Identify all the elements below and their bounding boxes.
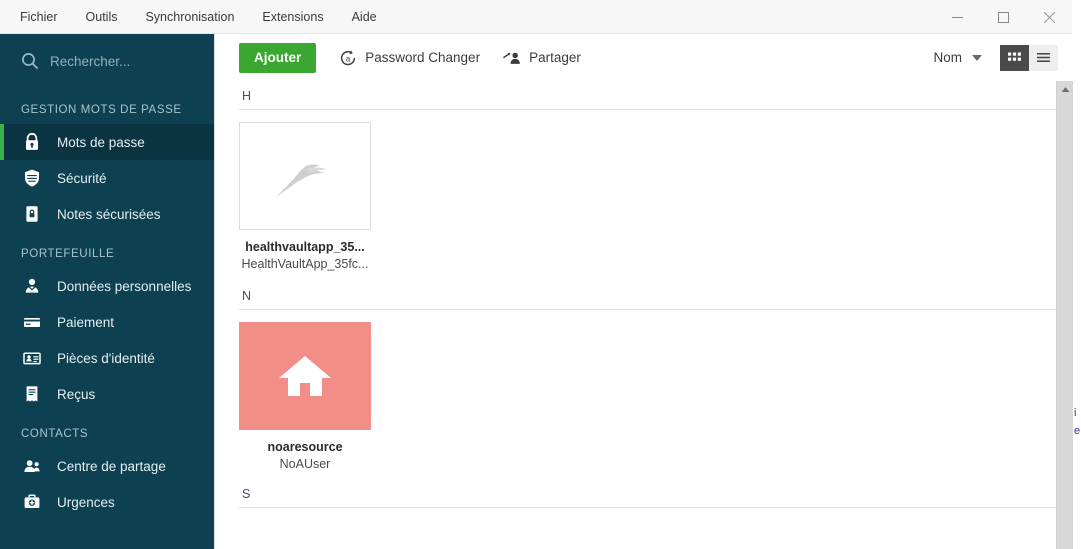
grid-view-icon [1008, 52, 1021, 61]
people-icon [21, 455, 43, 477]
window-controls [934, 0, 1072, 34]
background-window-text-line1: i [1074, 407, 1077, 419]
share-person-icon [502, 48, 522, 68]
menu-item-fichier[interactable]: Fichier [6, 0, 72, 34]
search-icon [20, 51, 40, 71]
item-card-noaresource[interactable]: noaresource NoAUser [239, 322, 371, 471]
sidebar-section-portefeuille: PORTEFEUILLE [21, 248, 115, 260]
sidebar-item-label: Centre de partage [57, 458, 166, 474]
sidebar: GESTION MOTS DE PASSE Mots de passe Sécu… [0, 34, 214, 549]
main-panel: Ajouter a Password Changer Partager Nom … [214, 34, 1073, 549]
sidebar-item-label: Données personnelles [57, 278, 192, 294]
view-toggle-group [1000, 44, 1058, 71]
background-window-strip: i e [1072, 0, 1081, 549]
items-content: H healthvaultapp_35... HealthVaultApp_35… [215, 81, 1056, 549]
sidebar-item-label: Reçus [57, 386, 96, 402]
minimize-icon [951, 16, 963, 18]
password-changer-label: Password Changer [365, 50, 481, 65]
password-changer-button[interactable]: a Password Changer [338, 48, 480, 68]
sidebar-item-donnees-personnelles[interactable]: Données personnelles [0, 268, 214, 304]
shield-icon [21, 167, 43, 189]
sort-label: Nom [933, 50, 962, 65]
sidebar-item-label: Pièces d'identité [57, 350, 155, 366]
sidebar-item-label: Notes sécurisées [57, 206, 161, 222]
add-button[interactable]: Ajouter [239, 42, 317, 73]
sidebar-item-label: Sécurité [57, 170, 107, 186]
id-card-icon [21, 347, 43, 369]
sidebar-item-label: Urgences [57, 494, 115, 510]
item-tile [239, 122, 371, 230]
lock-icon [21, 131, 43, 153]
sidebar-item-pieces-d-identite[interactable]: Pièces d'identité [0, 340, 214, 376]
maximize-button[interactable] [980, 0, 1026, 34]
share-label: Partager [529, 50, 581, 65]
credit-card-icon [21, 311, 43, 333]
item-tile [239, 322, 371, 430]
menu-item-aide[interactable]: Aide [338, 0, 391, 34]
menu-item-extensions[interactable]: Extensions [248, 0, 337, 34]
scroll-up-arrow-icon [1061, 87, 1070, 92]
list-view-button[interactable] [1029, 44, 1058, 71]
person-icon [21, 275, 43, 297]
item-card-healthvaultapp[interactable]: healthvaultapp_35... HealthVaultApp_35fc… [239, 122, 371, 271]
sidebar-item-notes-securisees[interactable]: Notes sécurisées [0, 196, 214, 232]
sidebar-section-gestion-mots-de-passe: GESTION MOTS DE PASSE [21, 104, 182, 116]
item-title: noaresource [267, 440, 343, 454]
chevron-down-icon [972, 54, 982, 61]
application-window: i e Fichier Outils Synchronisation Exten… [0, 0, 1081, 549]
group-divider [239, 507, 1056, 508]
menu-item-synchronisation[interactable]: Synchronisation [131, 0, 248, 34]
receipt-icon [21, 383, 43, 405]
item-subtitle: HealthVaultApp_35fc... [241, 257, 369, 271]
sidebar-item-recus[interactable]: Reçus [0, 376, 214, 412]
grid-view-button[interactable] [1000, 44, 1029, 71]
group-letter-s: S [242, 487, 251, 501]
svg-text:a: a [346, 54, 351, 63]
list-view-icon [1037, 53, 1050, 62]
search-input[interactable] [50, 53, 200, 69]
title-bar: Fichier Outils Synchronisation Extension… [0, 0, 1072, 34]
toolbar: Ajouter a Password Changer Partager Nom [215, 34, 1072, 81]
sort-dropdown[interactable]: Nom [933, 50, 982, 65]
item-subtitle: NoAUser [279, 457, 331, 471]
share-button[interactable]: Partager [502, 48, 581, 68]
menu-item-outils[interactable]: Outils [72, 0, 132, 34]
vertical-scrollbar[interactable] [1056, 81, 1073, 549]
group-letter-n: N [242, 289, 252, 303]
home-icon [279, 356, 331, 396]
sidebar-section-contacts: CONTACTS [21, 428, 89, 440]
close-icon [1043, 11, 1055, 23]
minimize-button[interactable] [934, 0, 980, 34]
sidebar-item-label: Paiement [57, 314, 115, 330]
scroll-up-button[interactable] [1057, 81, 1073, 98]
maximize-icon [997, 11, 1009, 23]
items-body: H healthvaultapp_35... HealthVaultApp_35… [215, 81, 1073, 549]
group-grid-n: noaresource NoAUser [215, 310, 1056, 471]
sidebar-item-paiement[interactable]: Paiement [0, 304, 214, 340]
password-changer-icon: a [338, 48, 358, 68]
group-grid-h: healthvaultapp_35... HealthVaultApp_35fc… [215, 110, 1056, 271]
group-letter-h: H [242, 89, 252, 103]
sidebar-item-label: Mots de passe [57, 134, 145, 150]
sidebar-item-urgences[interactable]: Urgences [0, 484, 214, 520]
healthvault-logo-icon [276, 164, 326, 197]
secure-note-icon [21, 203, 43, 225]
search-row[interactable] [0, 34, 214, 88]
sidebar-item-securite[interactable]: Sécurité [0, 160, 214, 196]
item-title: healthvaultapp_35... [245, 240, 365, 254]
menu-bar: Fichier Outils Synchronisation Extension… [0, 0, 391, 34]
background-window-text-line2: e [1074, 425, 1081, 437]
sidebar-item-centre-de-partage[interactable]: Centre de partage [0, 448, 214, 484]
sidebar-item-mots-de-passe[interactable]: Mots de passe [0, 124, 214, 160]
emergency-kit-icon [21, 491, 43, 513]
close-button[interactable] [1026, 0, 1072, 34]
